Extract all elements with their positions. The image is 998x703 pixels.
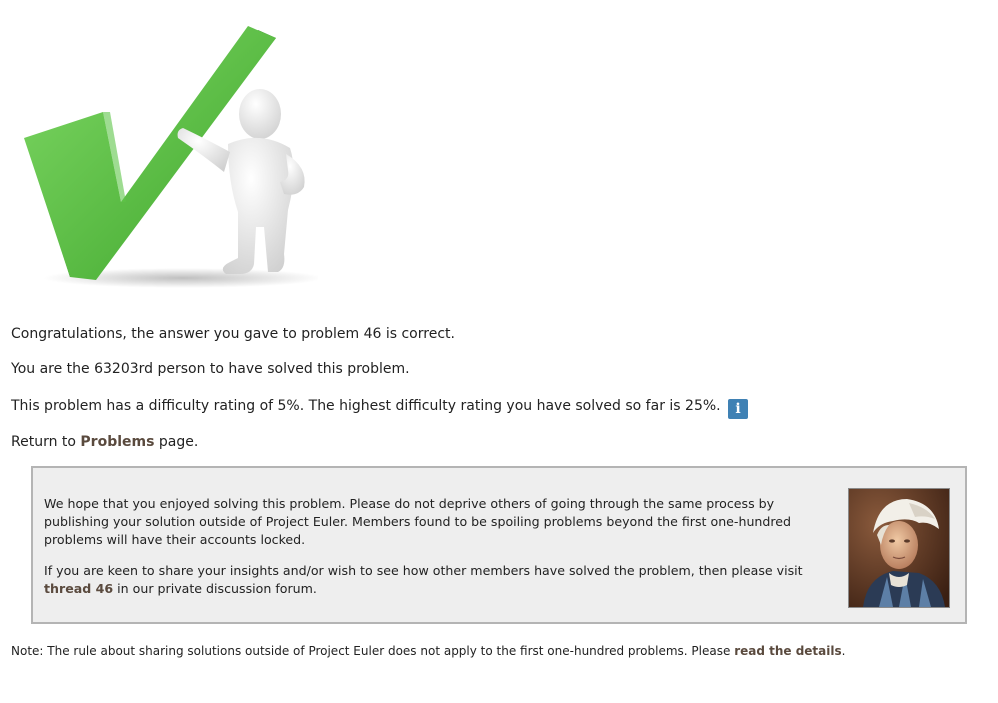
sharing-notice-text: We hope that you enjoyed solving this pr… [44, 495, 829, 611]
problem-solved-page: Congratulations, the answer you gave to … [0, 0, 998, 703]
notice-paragraph-spoilers: We hope that you enjoyed solving this pr… [44, 496, 792, 547]
sharing-rule-note: Note: The rule about sharing solutions o… [11, 643, 845, 659]
thread-link[interactable]: thread 46 [44, 581, 113, 596]
return-to-problems: Return to Problems page. [11, 433, 198, 451]
difficulty-rating-message: This problem has a difficulty rating of … [11, 397, 749, 419]
sharing-notice-box: We hope that you enjoyed solving this pr… [31, 466, 967, 624]
problems-link[interactable]: Problems [80, 434, 154, 450]
green-checkmark-figure-icon [24, 26, 318, 288]
note-prefix: Note: The rule about sharing solutions o… [11, 644, 735, 658]
note-suffix: . [841, 644, 846, 658]
solver-count-message: You are the 63203rd person to have solve… [11, 361, 410, 377]
info-icon[interactable]: i [728, 399, 749, 419]
forum-prefix: If you are keen to share your insights a… [44, 563, 803, 578]
euler-portrait [848, 488, 950, 608]
difficulty-rating-text: This problem has a difficulty rating of … [11, 398, 721, 414]
return-prefix: Return to [11, 434, 81, 450]
notice-paragraph-forum: If you are keen to share your insights a… [44, 562, 829, 598]
forum-suffix: in our private discussion forum. [113, 581, 317, 596]
read-details-link[interactable]: read the details [734, 644, 841, 658]
congratulations-message: Congratulations, the answer you gave to … [11, 326, 455, 342]
return-suffix: page. [154, 434, 199, 450]
